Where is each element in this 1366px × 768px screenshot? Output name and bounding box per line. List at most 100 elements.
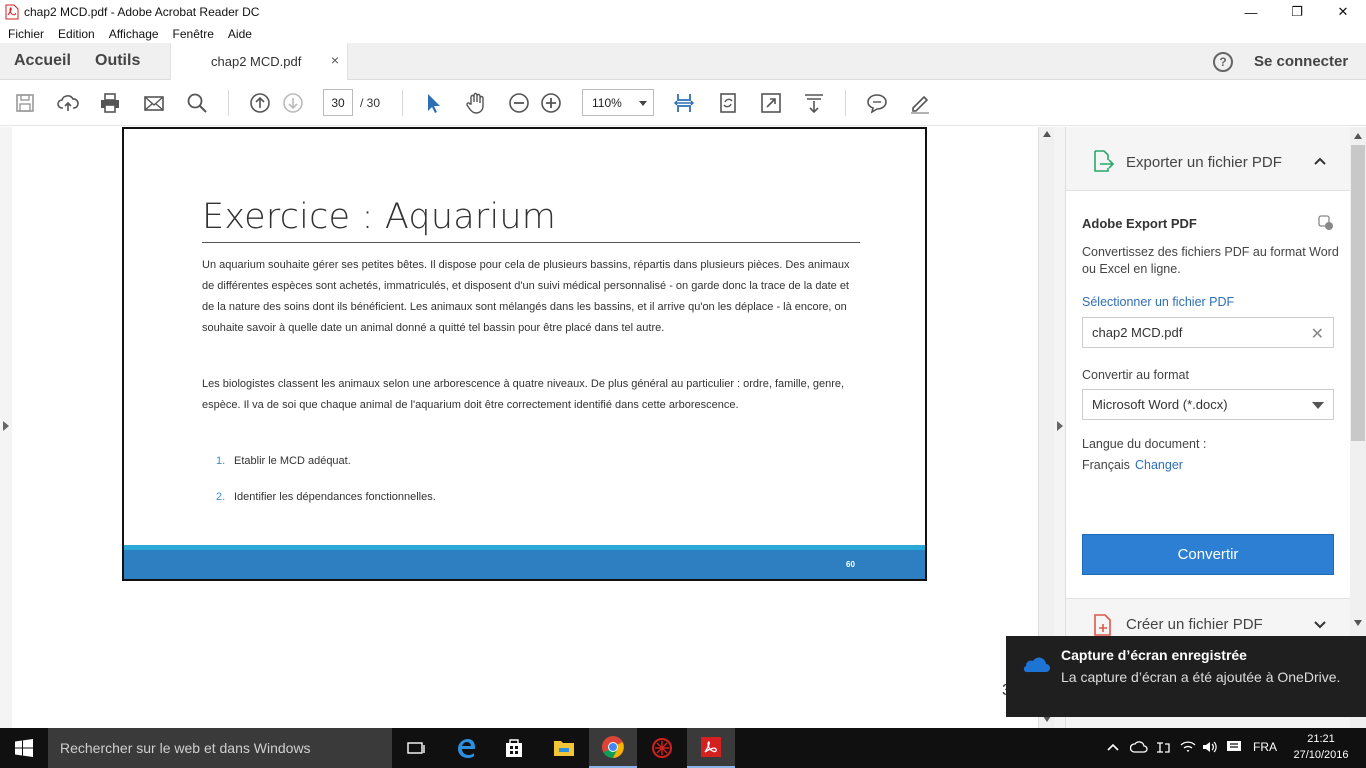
toast-title: Capture d’écran enregistrée xyxy=(1061,647,1247,663)
menu-affichage[interactable]: Affichage xyxy=(109,27,159,41)
help-button[interactable]: ? xyxy=(1213,52,1233,72)
cloud-upload-icon[interactable] xyxy=(56,91,80,115)
select-file-link[interactable]: Sélectionner un fichier PDF xyxy=(1082,295,1234,309)
onedrive-icon xyxy=(1020,654,1050,679)
menu-fenetre[interactable]: Fenêtre xyxy=(173,27,214,41)
list-item: 1. Etablir le MCD adéquat. xyxy=(216,455,351,467)
paragraph-1: Un aquarium souhaite gérer ses petites b… xyxy=(202,259,850,334)
comment-icon[interactable] xyxy=(865,91,889,115)
page-title: Exercice : Aquarium xyxy=(202,197,557,237)
page-down-icon[interactable] xyxy=(281,91,305,115)
chevron-up-icon[interactable] xyxy=(1106,740,1120,757)
create-pdf-title: Créer un fichier PDF xyxy=(1126,616,1263,633)
chevron-down-icon xyxy=(1312,402,1324,409)
search-icon[interactable] xyxy=(185,91,209,115)
selected-file-name: chap2 MCD.pdf xyxy=(1092,325,1183,340)
scroll-down-icon[interactable] xyxy=(1354,620,1362,626)
scroll-thumb[interactable] xyxy=(1351,145,1365,441)
select-cursor-icon[interactable] xyxy=(421,91,445,115)
volume-icon[interactable] xyxy=(1202,740,1218,757)
save-icon[interactable] xyxy=(13,91,37,115)
rotate-icon[interactable] xyxy=(716,91,740,115)
wifi-icon[interactable] xyxy=(1180,740,1196,757)
clear-file-icon[interactable]: ✕ xyxy=(1311,324,1324,344)
maximize-button[interactable]: ❐ xyxy=(1274,0,1320,24)
file-explorer-icon[interactable] xyxy=(540,728,588,768)
language-value: Français xyxy=(1082,458,1130,472)
sign-icon[interactable] xyxy=(908,91,932,115)
menu-aide[interactable]: Aide xyxy=(228,27,252,41)
change-language-link[interactable]: Changer xyxy=(1135,458,1183,472)
zoom-in-icon[interactable] xyxy=(539,91,563,115)
left-panel-toggle[interactable] xyxy=(0,127,12,728)
paragraph-2: Les biologistes classent les animaux sel… xyxy=(202,378,845,411)
taskbar-search[interactable]: Rechercher sur le web et dans Windows xyxy=(48,728,392,768)
taskbar-clock[interactable]: 21:21 27/10/2016 xyxy=(1290,731,1352,763)
tab-home[interactable]: Accueil xyxy=(14,52,71,70)
close-window-button[interactable]: ✕ xyxy=(1320,0,1366,24)
fit-page-icon[interactable] xyxy=(672,91,696,115)
list-text: Identifier les dépendances fonctionnelle… xyxy=(234,491,436,503)
chevron-down-icon[interactable] xyxy=(1313,617,1327,635)
scroll-mode-icon[interactable] xyxy=(802,91,826,115)
chrome-icon[interactable] xyxy=(589,728,637,768)
page-up-icon[interactable] xyxy=(248,91,272,115)
chevron-down-icon xyxy=(639,101,647,106)
mail-icon[interactable] xyxy=(142,91,166,115)
menu-edition[interactable]: Edition xyxy=(58,27,95,41)
tab-bar: Accueil Outils chap2 MCD.pdf × ? Se conn… xyxy=(0,43,1366,80)
collapse-arrow-icon xyxy=(1057,421,1063,431)
slide-page-number: 60 xyxy=(846,560,855,569)
format-select[interactable]: Microsoft Word (*.docx) xyxy=(1082,389,1334,420)
title-rule xyxy=(202,242,860,243)
title-bar: chap2 MCD.pdf - Adobe Acrobat Reader DC … xyxy=(0,0,1366,24)
convert-button[interactable]: Convertir xyxy=(1082,534,1334,575)
hand-icon[interactable] xyxy=(464,91,488,115)
store-icon[interactable] xyxy=(490,728,538,768)
export-pdf-icon xyxy=(1092,150,1115,177)
task-view-icon[interactable] xyxy=(392,728,440,768)
windows-start-icon[interactable] xyxy=(0,728,48,768)
page-number-input[interactable]: 30 xyxy=(323,89,353,116)
language-label: Langue du document : xyxy=(1082,437,1207,451)
section-title: Adobe Export PDF xyxy=(1082,216,1197,231)
format-value: Microsoft Word (*.docx) xyxy=(1092,397,1228,412)
selected-file-field[interactable]: chap2 MCD.pdf ✕ xyxy=(1082,317,1334,348)
ime-icon[interactable] xyxy=(1155,740,1171,757)
zoom-out-icon[interactable] xyxy=(507,91,531,115)
expand-arrow-icon xyxy=(3,421,9,431)
page-total: / 30 xyxy=(360,96,381,110)
close-tab-button[interactable]: × xyxy=(331,52,339,68)
toolbar xyxy=(0,80,1366,126)
menu-bar: Fichier Edition Affichage Fenêtre Aide xyxy=(0,24,1366,43)
clock-date: 27/10/2016 xyxy=(1293,749,1349,761)
onedrive-tray-icon[interactable] xyxy=(1129,740,1148,757)
language-indicator[interactable]: FRA xyxy=(1253,740,1277,754)
clock-time: 21:21 xyxy=(1307,733,1335,745)
list-number: 2. xyxy=(216,491,226,503)
scroll-up-icon[interactable] xyxy=(1043,131,1051,137)
notification-toast[interactable]: Capture d’écran enregistrée La capture d… xyxy=(1006,636,1366,717)
fullscreen-icon[interactable] xyxy=(759,91,783,115)
menu-fichier[interactable]: Fichier xyxy=(8,27,44,41)
acrobat-taskbar-icon[interactable] xyxy=(687,728,735,768)
zoom-select[interactable]: 110% xyxy=(582,89,654,116)
share-icon[interactable] xyxy=(1318,215,1334,236)
pdf-file-icon xyxy=(4,4,20,20)
tab-document[interactable]: chap2 MCD.pdf × xyxy=(170,43,348,80)
antivirus-icon[interactable] xyxy=(638,728,686,768)
chevron-up-icon[interactable] xyxy=(1313,153,1327,171)
export-pdf-header[interactable]: Exporter un fichier PDF xyxy=(1066,127,1350,191)
tab-tools[interactable]: Outils xyxy=(95,52,140,70)
export-pdf-title: Exporter un fichier PDF xyxy=(1126,154,1282,171)
print-icon[interactable] xyxy=(98,91,122,115)
signin-button[interactable]: Se connecter xyxy=(1254,53,1348,70)
list-number: 1. xyxy=(216,455,226,467)
list-item: 2. Identifier les dépendances fonctionnel… xyxy=(216,491,436,503)
minimize-button[interactable]: — xyxy=(1228,0,1274,24)
edge-browser-icon[interactable] xyxy=(442,728,490,768)
action-center-icon[interactable] xyxy=(1226,740,1242,757)
document-tab-label: chap2 MCD.pdf xyxy=(211,54,302,69)
pdf-page: Exercice : Aquarium Un aquarium souhaite… xyxy=(122,127,927,581)
scroll-up-icon[interactable] xyxy=(1354,133,1362,139)
